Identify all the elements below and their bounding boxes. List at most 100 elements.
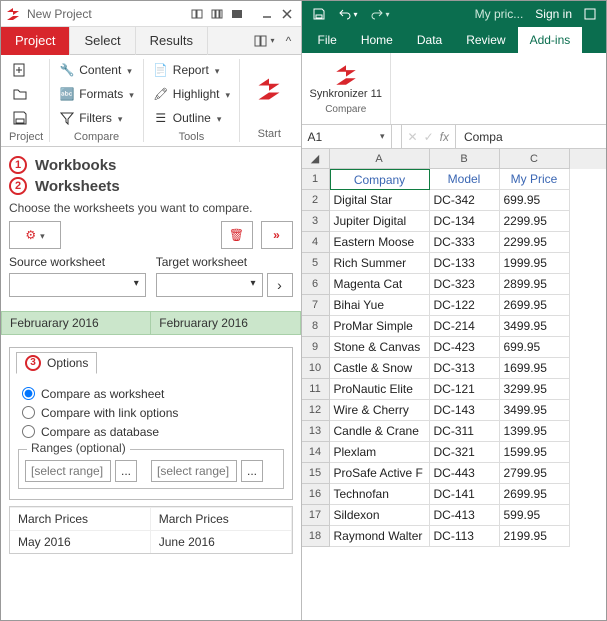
tab-results[interactable]: Results [136, 27, 208, 55]
report-dropdown[interactable]: 📄Report [150, 59, 233, 81]
name-box[interactable]: A1 [302, 125, 392, 149]
cell-a17[interactable]: Sildexon [330, 505, 430, 526]
target-worksheet-dropdown[interactable] [156, 273, 263, 297]
column-header-b[interactable]: B [430, 149, 500, 169]
cell-c2[interactable]: 699.95 [500, 190, 570, 211]
cell-c9[interactable]: 699.95 [500, 337, 570, 358]
options-tab[interactable]: 3 Options [16, 352, 97, 374]
cell-a9[interactable]: Stone & Canvas [330, 337, 430, 358]
cell-b2[interactable]: DC-342 [430, 190, 500, 211]
cell-c5[interactable]: 1999.95 [500, 253, 570, 274]
select-all-corner[interactable]: ◢ [302, 149, 330, 169]
cell-b8[interactable]: DC-214 [430, 316, 500, 337]
share-icon[interactable] [580, 1, 600, 27]
cell-c12[interactable]: 3499.95 [500, 400, 570, 421]
excel-tab-file[interactable]: File [306, 27, 349, 53]
row-header-10[interactable]: 10 [302, 358, 330, 379]
cancel-formula-icon[interactable]: ✕ [408, 130, 418, 144]
cell-a7[interactable]: Bihai Yue [330, 295, 430, 316]
cell-a12[interactable]: Wire & Cherry [330, 400, 430, 421]
spreadsheet[interactable]: ◢ A B C 1CompanyModelMy Price2Digital St… [302, 149, 607, 620]
excel-tab-home[interactable]: Home [349, 27, 405, 53]
highlight-dropdown[interactable]: 🖍Highlight [150, 83, 233, 105]
redo-icon[interactable]: ▾ [366, 1, 394, 27]
cell-a6[interactable]: Magenta Cat [330, 274, 430, 295]
cell-c6[interactable]: 2899.95 [500, 274, 570, 295]
cell-c4[interactable]: 2299.95 [500, 232, 570, 253]
next-sheet-button[interactable]: › [267, 273, 293, 297]
cell-b13[interactable]: DC-311 [430, 421, 500, 442]
row-header-14[interactable]: 14 [302, 442, 330, 463]
content-dropdown[interactable]: 🔧Content [56, 59, 137, 81]
layout-col2-icon[interactable] [207, 4, 227, 24]
row-header-16[interactable]: 16 [302, 484, 330, 505]
next-button[interactable]: » [261, 221, 293, 249]
source-range-picker[interactable]: ... [115, 460, 137, 482]
cell-a1[interactable]: Company [330, 169, 430, 190]
layout-toggle-icon[interactable]: ▾ [254, 30, 276, 52]
cell-b10[interactable]: DC-313 [430, 358, 500, 379]
cell-a14[interactable]: Plexlam [330, 442, 430, 463]
compare-database-radio[interactable]: Compare as database [22, 425, 280, 439]
cell-b18[interactable]: DC-113 [430, 526, 500, 547]
cell-c11[interactable]: 3299.95 [500, 379, 570, 400]
footer-value-1[interactable]: May 2016 [10, 530, 151, 553]
fx-icon[interactable]: fx [440, 130, 449, 144]
cell-a4[interactable]: Eastern Moose [330, 232, 430, 253]
cell-b6[interactable]: DC-323 [430, 274, 500, 295]
save-project-icon[interactable] [9, 107, 31, 129]
row-header-3[interactable]: 3 [302, 211, 330, 232]
cell-b9[interactable]: DC-423 [430, 337, 500, 358]
column-header-a[interactable]: A [330, 149, 430, 169]
filters-dropdown[interactable]: Filters [56, 107, 137, 129]
cell-b14[interactable]: DC-321 [430, 442, 500, 463]
settings-dropdown[interactable]: ⚙ [9, 221, 61, 249]
signin-link[interactable]: Sign in [531, 1, 576, 27]
cell-c16[interactable]: 2699.95 [500, 484, 570, 505]
cell-a3[interactable]: Jupiter Digital [330, 211, 430, 232]
formula-value[interactable]: Compa [456, 130, 503, 144]
tab-project[interactable]: Project [1, 27, 70, 55]
close-button[interactable] [277, 4, 297, 24]
minimize-button[interactable] [257, 4, 277, 24]
excel-tab-add-ins[interactable]: Add-ins [518, 27, 583, 53]
start-button[interactable] [255, 59, 283, 119]
row-header-2[interactable]: 2 [302, 190, 330, 211]
footer-value-2[interactable]: June 2016 [151, 530, 292, 553]
cell-c13[interactable]: 1399.95 [500, 421, 570, 442]
row-header-5[interactable]: 5 [302, 253, 330, 274]
cell-a15[interactable]: ProSafe Active F [330, 463, 430, 484]
cell-c17[interactable]: 599.95 [500, 505, 570, 526]
undo-icon[interactable]: ▾ [334, 1, 362, 27]
row-header-17[interactable]: 17 [302, 505, 330, 526]
row-header-4[interactable]: 4 [302, 232, 330, 253]
cell-b17[interactable]: DC-413 [430, 505, 500, 526]
cell-b3[interactable]: DC-134 [430, 211, 500, 232]
layout-full-icon[interactable] [227, 4, 247, 24]
cell-a18[interactable]: Raymond Walter [330, 526, 430, 547]
cell-b1[interactable]: Model [430, 169, 500, 190]
cell-a11[interactable]: ProNautic Elite [330, 379, 430, 400]
compare-link-radio[interactable]: Compare with link options [22, 406, 280, 420]
cell-a2[interactable]: Digital Star [330, 190, 430, 211]
target-range-input[interactable]: [select range] [151, 460, 237, 482]
source-range-input[interactable]: [select range] [25, 460, 111, 482]
cell-c18[interactable]: 2199.95 [500, 526, 570, 547]
excel-tab-review[interactable]: Review [454, 27, 517, 53]
source-worksheet-dropdown[interactable] [9, 273, 146, 297]
formats-dropdown[interactable]: 🔤Formats [56, 83, 137, 105]
open-project-icon[interactable] [9, 83, 31, 105]
row-header-6[interactable]: 6 [302, 274, 330, 295]
cell-a10[interactable]: Castle & Snow [330, 358, 430, 379]
accept-formula-icon[interactable]: ✓ [424, 130, 434, 144]
cell-c7[interactable]: 2699.95 [500, 295, 570, 316]
cell-c8[interactable]: 3499.95 [500, 316, 570, 337]
save-icon[interactable] [308, 1, 330, 27]
compare-worksheet-radio[interactable]: Compare as worksheet [22, 387, 280, 401]
outline-dropdown[interactable]: ☰Outline [150, 107, 233, 129]
cell-b11[interactable]: DC-121 [430, 379, 500, 400]
row-header-13[interactable]: 13 [302, 421, 330, 442]
row-header-7[interactable]: 7 [302, 295, 330, 316]
cell-b12[interactable]: DC-143 [430, 400, 500, 421]
cell-a16[interactable]: Technofan [330, 484, 430, 505]
